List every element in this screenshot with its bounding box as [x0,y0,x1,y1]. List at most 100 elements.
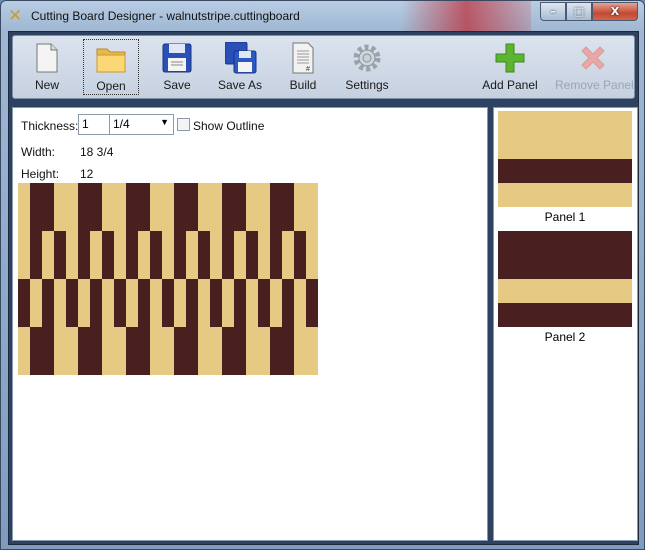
new-document-icon [32,42,62,74]
open-button[interactable]: Open [83,39,139,95]
panel-strip [498,111,632,159]
panel-2-preview[interactable] [498,231,632,327]
board-strip [162,231,175,280]
board-strip [162,327,175,375]
title-bar[interactable]: ✕ Cutting Board Designer - walnutstripe.… [1,1,644,31]
board-strip [222,183,235,232]
board-strip [150,231,163,280]
board-strip [210,183,223,232]
save-as-button[interactable]: Save As [215,39,265,95]
board-strip [210,231,223,280]
board-strip [222,327,235,375]
board-strip [246,183,259,232]
panel-list: Panel 1 Panel 2 [493,107,638,541]
board-strip [234,279,247,328]
board-strip [270,327,283,375]
new-label: New [34,78,59,92]
floppy-double-icon [224,41,257,74]
panel-strip [498,159,632,183]
board-strip [306,231,318,280]
close-button[interactable]: X [592,2,638,21]
thickness-label: Thickness: [21,119,79,133]
panel-strip [498,303,632,327]
board-strip [174,183,187,232]
board-strip [306,327,318,375]
plus-icon [495,42,525,74]
add-panel-label: Add Panel [482,78,538,92]
remove-panel-button[interactable]: Remove Panel [555,39,634,95]
board-strip [102,327,115,375]
board-strip [90,183,103,232]
board-preview [18,183,318,375]
board-strip [174,231,187,280]
board-strip [246,231,259,280]
remove-panel-label: Remove Panel [555,78,634,92]
panel-strip [498,183,632,207]
board-strip [126,183,139,232]
panel-strip [498,231,632,279]
show-outline-checkbox[interactable] [177,118,190,131]
board-strip [162,183,175,232]
board-strip [102,231,115,280]
maximize-button[interactable]: □ [566,2,592,21]
board-strip [150,183,163,232]
app-logo-icon: ✕ [8,6,23,26]
thickness-whole-input[interactable]: 1 [78,114,110,135]
board-strip [198,183,211,232]
thickness-fraction-value: 1/4 [113,117,130,131]
thickness-fraction-select[interactable]: 1/4 ▼ [109,114,174,135]
svg-text:#: # [306,66,310,73]
gear-icon [352,42,382,74]
board-strip [198,231,211,280]
board-strip [30,231,43,280]
save-button[interactable]: Save [159,39,195,95]
board-strip [30,183,43,232]
design-panel: Thickness: 1 1/4 ▼ Show Outline Width: 1… [12,107,488,541]
show-outline-label: Show Outline [193,119,265,133]
board-strip [42,183,55,232]
folder-icon [96,43,126,75]
board-strip [114,327,127,375]
background-desktop [401,1,531,31]
settings-label: Settings [345,78,389,92]
board-strip [306,183,318,232]
board-strip [150,279,163,328]
board-strip [54,327,67,375]
board-strip [138,279,151,328]
board-strip [54,279,67,328]
board-strip [234,231,247,280]
panel-strip [498,279,632,303]
board-strip [210,327,223,375]
chevron-down-icon: ▼ [160,117,169,127]
add-panel-button[interactable]: Add Panel [481,39,539,95]
document-list-icon: # [288,42,318,74]
board-strip [114,279,127,328]
board-strip [246,327,259,375]
board-strip [246,279,259,328]
board-strip [114,183,127,232]
settings-button[interactable]: Settings [343,39,391,95]
x-icon [578,42,608,74]
board-strip [30,327,43,375]
panel-1-preview[interactable] [498,111,632,207]
board-strip [42,279,55,328]
open-label: Open [96,79,126,93]
board-strip [30,279,43,328]
toolbar: New Open Save Save As # Build Settings A… [12,35,635,99]
board-strip [258,231,271,280]
board-strip [138,231,151,280]
board-strip [282,231,295,280]
board-strip [66,327,79,375]
board-strip [126,327,139,375]
board-strip [18,327,31,375]
board-strip [198,327,211,375]
build-button[interactable]: # Build [285,39,321,95]
width-label: Width: [21,145,56,159]
board-strip [54,183,67,232]
board-strip [138,183,151,232]
board-strip [186,279,199,328]
board-strip [126,231,139,280]
minimize-button[interactable]: – [540,2,566,21]
board-strip [210,279,223,328]
new-button[interactable]: New [29,39,65,95]
